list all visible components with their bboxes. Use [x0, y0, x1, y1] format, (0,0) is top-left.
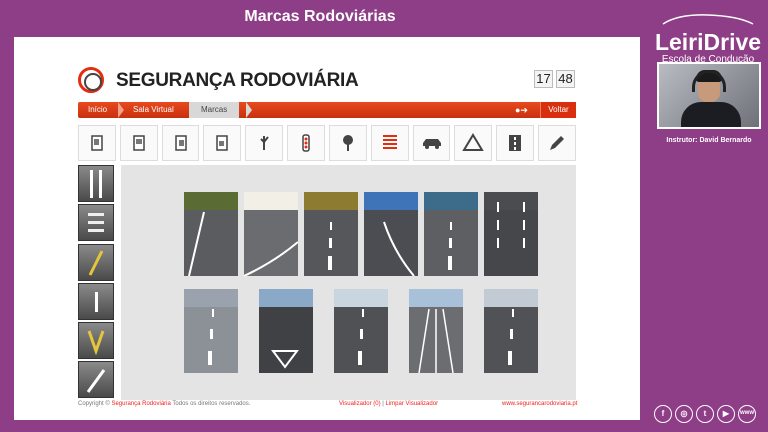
sidebar-item-other[interactable] [78, 361, 114, 398]
sidebar-item-transversal[interactable] [78, 204, 114, 241]
date-day: 17 [534, 70, 553, 88]
social-links: f ◎ t ▶ www [654, 405, 756, 423]
breadcrumb-separator [246, 102, 252, 118]
breadcrumb-separator [118, 102, 124, 118]
breadcrumb: Início Sala Virtual Marcas ●➔ Voltar [78, 102, 576, 118]
twitter-icon[interactable]: t [696, 405, 714, 423]
app-window: SEGURANÇA RODOVIÁRIA 17 48 Início Sala V… [14, 37, 640, 420]
instructor-webcam [657, 62, 761, 129]
sidebar-item-zebra[interactable] [78, 322, 114, 359]
date-month: 48 [556, 70, 575, 88]
www-icon[interactable]: www [738, 405, 756, 423]
youtube-icon[interactable]: ▶ [717, 405, 735, 423]
copyright-link[interactable]: Segurança Rodoviária [111, 401, 170, 407]
copyright-label: Copyright © [78, 401, 110, 407]
rights-text: Todos os direitos reservados. [172, 401, 251, 407]
sign-obligation-icon[interactable] [119, 125, 158, 161]
sign-prohibition-icon[interactable] [161, 125, 200, 161]
gallery-photo[interactable] [484, 289, 538, 373]
breadcrumb-inicio[interactable]: Início [88, 102, 107, 118]
gallery-photo[interactable] [184, 192, 238, 276]
gallery-photo[interactable] [244, 192, 298, 276]
gallery-photo[interactable] [184, 289, 238, 373]
school-logo: LeiriDrive Escola de Condução [652, 12, 764, 66]
gallery-photo[interactable] [259, 289, 313, 373]
instructor-body [681, 102, 741, 127]
traffic-light-icon[interactable] [287, 125, 325, 161]
gallery-photo[interactable] [334, 289, 388, 373]
gallery-photo[interactable] [364, 192, 418, 276]
safety-logo-icon[interactable] [78, 67, 104, 93]
breadcrumb-sala-virtual[interactable]: Sala Virtual [133, 102, 174, 118]
school-name: LeiriDrive [654, 29, 762, 55]
road-markings-icon[interactable] [370, 125, 409, 161]
site-brand[interactable]: SEGURANÇA RODOVIÁRIA [116, 70, 359, 92]
instagram-icon[interactable]: ◎ [675, 405, 693, 423]
instructor-label: Instrutor: David Bernardo [666, 137, 752, 144]
back-button[interactable]: Voltar [540, 102, 576, 118]
breadcrumb-marcas: Marcas [189, 102, 240, 118]
gallery-photo[interactable] [484, 192, 538, 276]
sign-warning-icon[interactable] [78, 125, 116, 161]
pencil-icon[interactable] [538, 125, 576, 161]
road-icon[interactable] [496, 125, 535, 161]
viewer-link[interactable]: Visualizador (0) [339, 401, 381, 407]
warning-triangle-icon[interactable] [454, 125, 493, 161]
separator: | [382, 401, 384, 407]
site-url[interactable]: www.segurancarodoviaria.pt [502, 401, 577, 407]
gallery-photo[interactable] [304, 192, 358, 276]
car-swoosh-icon [662, 14, 754, 25]
copyright: Copyright © Segurança Rodoviária Todos o… [78, 401, 250, 407]
traffic-officer-icon[interactable] [245, 125, 284, 161]
viewer-links: Visualizador (0) | Limpar Visualizador [339, 401, 438, 407]
next-arrow-icon[interactable]: ●➔ [515, 105, 531, 115]
page-title: Marcas Rodoviárias [244, 8, 396, 25]
sign-info-icon[interactable] [203, 125, 242, 161]
clear-viewer-link[interactable]: Limpar Visualizador [385, 401, 438, 407]
photo-gallery [121, 165, 576, 400]
car-icon[interactable] [412, 125, 451, 161]
sidebar-item-edge[interactable] [78, 244, 114, 281]
facebook-icon[interactable]: f [654, 405, 672, 423]
category-toolbar [78, 125, 576, 161]
sidebar-item-arrow[interactable] [78, 283, 114, 320]
tree-icon[interactable] [328, 125, 367, 161]
gallery-photo[interactable] [424, 192, 478, 276]
gallery-photo[interactable] [409, 289, 463, 373]
sidebar-item-longitudinal[interactable] [78, 165, 114, 202]
